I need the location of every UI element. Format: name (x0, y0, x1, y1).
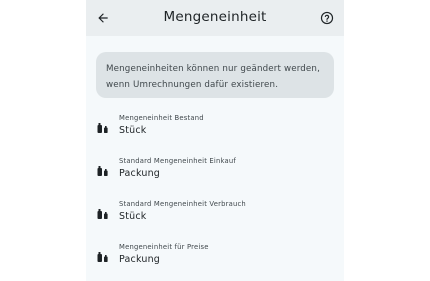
item-label: Mengeneinheit Bestand (119, 114, 204, 122)
bottles-icon (97, 166, 108, 176)
unit-item-verbrauch[interactable]: Standard Mengeneinheit Verbrauch Stück (86, 200, 344, 234)
info-message: Mengeneinheiten können nur geändert werd… (96, 52, 334, 98)
item-value: Packung (119, 168, 161, 179)
unit-item-bestand[interactable]: Mengeneinheit Bestand Stück (86, 114, 344, 148)
unit-item-einkauf[interactable]: Standard Mengeneinheit Einkauf Packung (86, 157, 344, 191)
item-value: Stück (119, 125, 147, 136)
item-label: Mengeneinheit für Preise (119, 243, 209, 251)
item-value: Packung (119, 254, 161, 265)
item-label: Standard Mengeneinheit Verbrauch (119, 200, 246, 208)
bottles-icon (97, 252, 108, 262)
top-app-bar: Mengeneinheit (86, 0, 344, 36)
help-button[interactable] (319, 10, 335, 26)
item-value: Stück (119, 211, 147, 222)
bottles-icon (97, 209, 108, 219)
help-circle-icon (320, 11, 334, 25)
page-title: Mengeneinheit (163, 9, 267, 25)
app-screen: Mengeneinheit Mengeneinheiten können nur… (86, 0, 344, 281)
info-text-line-2: wenn Umrechnungen dafür existieren. (106, 80, 279, 90)
info-text-line-1: Mengeneinheiten können nur geändert werd… (106, 64, 320, 74)
bottles-icon (97, 123, 108, 133)
item-label: Standard Mengeneinheit Einkauf (119, 157, 236, 165)
unit-item-preise[interactable]: Mengeneinheit für Preise Packung (86, 243, 344, 277)
